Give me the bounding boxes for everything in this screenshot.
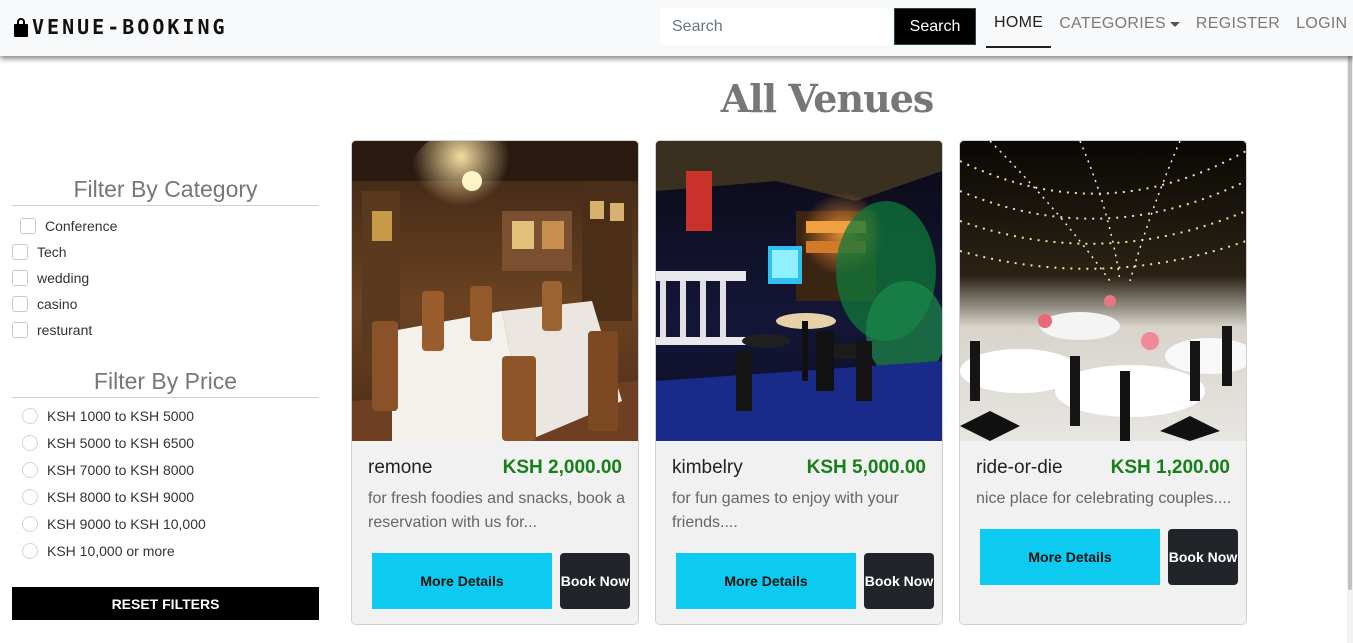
brand-title: VENUE-BOOKING bbox=[32, 15, 228, 39]
price-option[interactable]: KSH 9000 to KSH 10,000 bbox=[22, 516, 206, 532]
price-radio[interactable] bbox=[22, 489, 38, 505]
venue-image-lounge[interactable] bbox=[656, 141, 942, 441]
price-option[interactable]: KSH 10,000 or more bbox=[22, 543, 175, 559]
more-details-button[interactable]: More Details bbox=[980, 529, 1160, 585]
price-option[interactable]: KSH 5000 to KSH 6500 bbox=[22, 435, 194, 451]
category-label: wedding bbox=[37, 270, 90, 286]
nav-login[interactable]: LOGIN bbox=[1288, 0, 1353, 48]
price-label: KSH 5000 to KSH 6500 bbox=[47, 435, 195, 451]
search-button[interactable]: Search bbox=[894, 8, 976, 45]
nav-categories-label: CATEGORIES bbox=[1059, 15, 1166, 32]
venue-name: ride-or-die bbox=[976, 457, 1063, 478]
venue-price: KSH 1,200.00 bbox=[1110, 457, 1230, 478]
venue-card: remone KSH 2,000.00 for fresh foodies an… bbox=[351, 140, 639, 625]
venue-price: KSH 2,000.00 bbox=[502, 457, 622, 478]
venue-description: for fun games to enjoy with your friends… bbox=[672, 490, 899, 531]
scrollbar-thumb[interactable] bbox=[1348, 30, 1352, 590]
category-filter-title: Filter By Category bbox=[12, 176, 319, 206]
nav-categories[interactable]: CATEGORIES bbox=[1051, 0, 1188, 48]
brand[interactable]: VENUE-BOOKING bbox=[13, 14, 228, 40]
shopping-bag-icon bbox=[13, 17, 29, 37]
nav-login-label: LOGIN bbox=[1296, 15, 1348, 32]
price-label: KSH 1000 to KSH 5000 bbox=[47, 408, 195, 424]
category-option[interactable]: wedding bbox=[12, 270, 89, 286]
category-checkbox[interactable] bbox=[12, 296, 28, 312]
price-label: KSH 9000 to KSH 10,000 bbox=[47, 516, 206, 532]
price-label: KSH 8000 to KSH 9000 bbox=[47, 489, 195, 505]
nav-home-label: HOME bbox=[994, 14, 1044, 31]
venue-description: for fresh foodies and snacks, book a res… bbox=[368, 490, 626, 531]
caret-down-icon bbox=[1169, 21, 1180, 27]
category-option[interactable]: Conference bbox=[20, 218, 117, 234]
venue-card: ride-or-die KSH 1,200.00 nice place for … bbox=[959, 140, 1247, 625]
price-option[interactable]: KSH 8000 to KSH 9000 bbox=[22, 489, 194, 505]
category-checkbox[interactable] bbox=[12, 270, 28, 286]
category-label: Conference bbox=[45, 218, 118, 234]
scrollbar[interactable] bbox=[1347, 0, 1353, 643]
category-option[interactable]: casino bbox=[12, 296, 77, 312]
price-option[interactable]: KSH 7000 to KSH 8000 bbox=[22, 462, 194, 478]
search-input[interactable] bbox=[660, 8, 892, 45]
category-option[interactable]: Tech bbox=[12, 244, 67, 260]
price-radio[interactable] bbox=[22, 516, 38, 532]
venue-image-restaurant[interactable] bbox=[352, 141, 638, 441]
price-radio[interactable] bbox=[22, 543, 38, 559]
price-option[interactable]: KSH 1000 to KSH 5000 bbox=[22, 408, 194, 424]
price-radio[interactable] bbox=[22, 462, 38, 478]
venue-price: KSH 5,000.00 bbox=[806, 457, 926, 478]
category-label: Tech bbox=[37, 244, 67, 260]
book-now-button[interactable]: Book Now bbox=[864, 553, 934, 609]
category-option[interactable]: resturant bbox=[12, 322, 92, 338]
venue-description: nice place for celebrating couples.... bbox=[976, 490, 1232, 507]
book-now-button[interactable]: Book Now bbox=[1168, 529, 1238, 585]
reset-filters-button[interactable]: RESET FILTERS bbox=[12, 587, 319, 620]
more-details-button[interactable]: More Details bbox=[676, 553, 856, 609]
venue-card: kimbelry KSH 5,000.00 for fun games to e… bbox=[655, 140, 943, 625]
navbar: VENUE-BOOKING Search HOME CATEGORIES REG… bbox=[0, 0, 1353, 56]
venue-name: remone bbox=[368, 457, 433, 478]
category-label: casino bbox=[37, 296, 78, 312]
more-details-button[interactable]: More Details bbox=[372, 553, 552, 609]
page-title: All Venues bbox=[720, 76, 935, 121]
nav-register-label: REGISTER bbox=[1195, 15, 1281, 32]
category-checkbox[interactable] bbox=[12, 322, 28, 338]
category-checkbox[interactable] bbox=[20, 218, 36, 234]
category-label: resturant bbox=[37, 322, 93, 338]
category-checkbox[interactable] bbox=[12, 244, 28, 260]
price-label: KSH 10,000 or more bbox=[47, 543, 175, 559]
price-radio[interactable] bbox=[22, 408, 38, 424]
price-label: KSH 7000 to KSH 8000 bbox=[47, 462, 195, 478]
price-radio[interactable] bbox=[22, 435, 38, 451]
book-now-button[interactable]: Book Now bbox=[560, 553, 630, 609]
nav-home[interactable]: HOME bbox=[986, 0, 1052, 48]
nav-register[interactable]: REGISTER bbox=[1188, 0, 1288, 48]
venue-name: kimbelry bbox=[672, 457, 743, 478]
price-filter-title: Filter By Price bbox=[12, 368, 319, 398]
nav-links: HOME CATEGORIES REGISTER LOGIN bbox=[986, 0, 1353, 56]
venue-image-wedding[interactable] bbox=[960, 141, 1246, 441]
